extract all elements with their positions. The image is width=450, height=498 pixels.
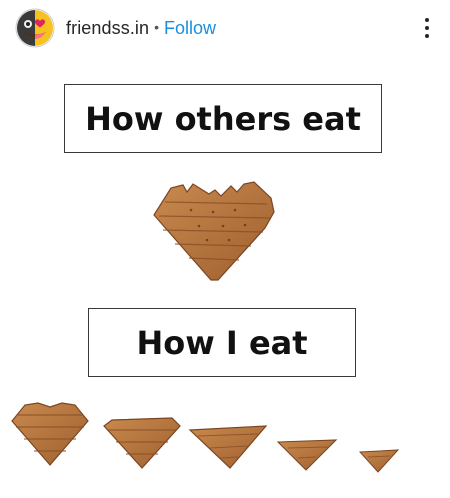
bitten-heart-snack: [153, 181, 275, 281]
follow-button[interactable]: Follow: [164, 18, 216, 39]
snack-step-3: [188, 425, 268, 469]
more-dot: [425, 26, 429, 30]
snack-step-1: [11, 402, 89, 466]
more-options-icon[interactable]: [416, 11, 438, 45]
more-dot: [425, 18, 429, 22]
post-image[interactable]: How others eat How I eat: [0, 56, 450, 498]
post-header: friendss.in • Follow: [0, 0, 450, 56]
emoji-avatar-icon: [15, 8, 55, 48]
snack-step-4: [276, 439, 338, 471]
more-dot: [425, 34, 429, 38]
account-name-link[interactable]: friendss.in: [66, 18, 149, 39]
snack-step-2: [103, 417, 181, 469]
caption-i-eat: How I eat: [88, 308, 356, 377]
separator-dot: •: [154, 19, 160, 35]
caption-others-eat: How others eat: [64, 84, 382, 153]
snack-step-5: [358, 449, 400, 473]
profile-avatar[interactable]: [15, 8, 55, 48]
